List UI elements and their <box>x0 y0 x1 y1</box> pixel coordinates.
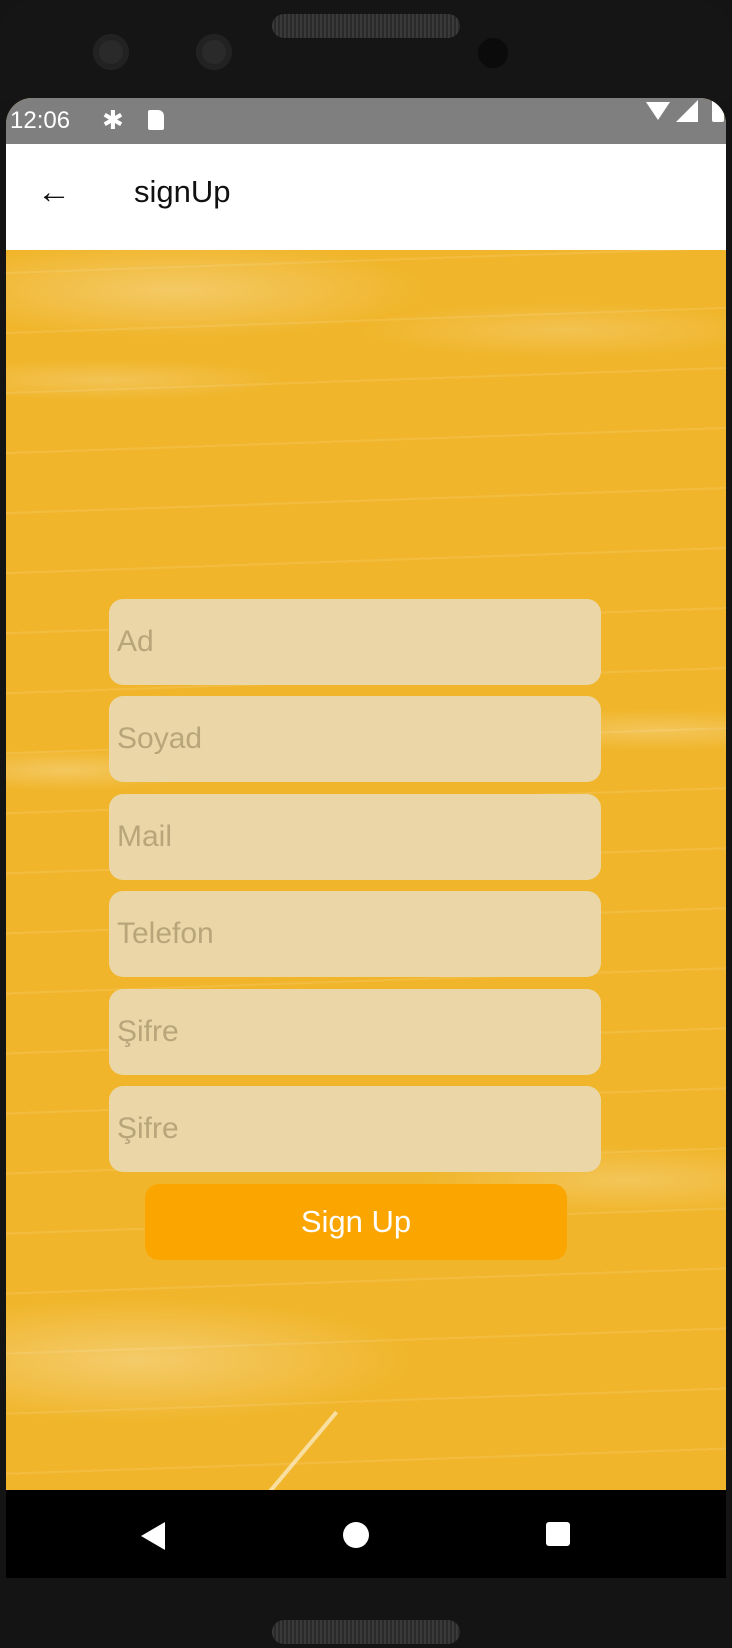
wifi-icon <box>646 102 670 120</box>
screen: 12:06 ✱ ← signUp Ad Soyad Mail Telefon S… <box>6 98 726 1578</box>
email-field-box <box>109 794 601 880</box>
sign-up-button[interactable]: Sign Up <box>145 1184 567 1260</box>
sd-card-icon <box>148 110 164 130</box>
page-title: signUp <box>134 174 231 209</box>
last-name-field[interactable] <box>109 696 601 782</box>
signal-icon <box>676 100 698 122</box>
nav-home-icon[interactable] <box>343 1522 369 1548</box>
last-name-field-box <box>109 696 601 782</box>
signup-form: Sign Up <box>6 250 726 1506</box>
arrow-left-icon[interactable]: ← <box>34 172 74 212</box>
first-name-field-box <box>109 599 601 685</box>
password-field[interactable] <box>109 989 601 1075</box>
password-confirm-field[interactable] <box>109 1086 601 1172</box>
earpiece-speaker <box>272 14 460 38</box>
app-bar: ← signUp <box>6 144 726 250</box>
password-field-box <box>109 989 601 1075</box>
nav-recents-icon[interactable] <box>546 1522 570 1546</box>
device-frame: 12:06 ✱ ← signUp Ad Soyad Mail Telefon S… <box>0 0 732 1648</box>
gear-icon: ✱ <box>102 105 124 135</box>
password-confirm-field-box <box>109 1086 601 1172</box>
navigation-bar <box>6 1490 726 1578</box>
battery-icon <box>712 98 724 122</box>
device-top-bezel <box>0 0 732 100</box>
phone-field-box <box>109 891 601 977</box>
nav-back-icon[interactable] <box>141 1522 165 1550</box>
email-field[interactable] <box>109 794 601 880</box>
phone-field[interactable] <box>109 891 601 977</box>
status-bar: 12:06 ✱ <box>6 98 726 144</box>
bottom-speaker <box>272 1620 460 1644</box>
proximity-sensor <box>478 38 508 68</box>
front-camera-icon <box>196 34 232 70</box>
status-time: 12:06 <box>10 107 71 134</box>
first-name-field[interactable] <box>109 599 601 685</box>
front-camera-icon <box>93 34 129 70</box>
